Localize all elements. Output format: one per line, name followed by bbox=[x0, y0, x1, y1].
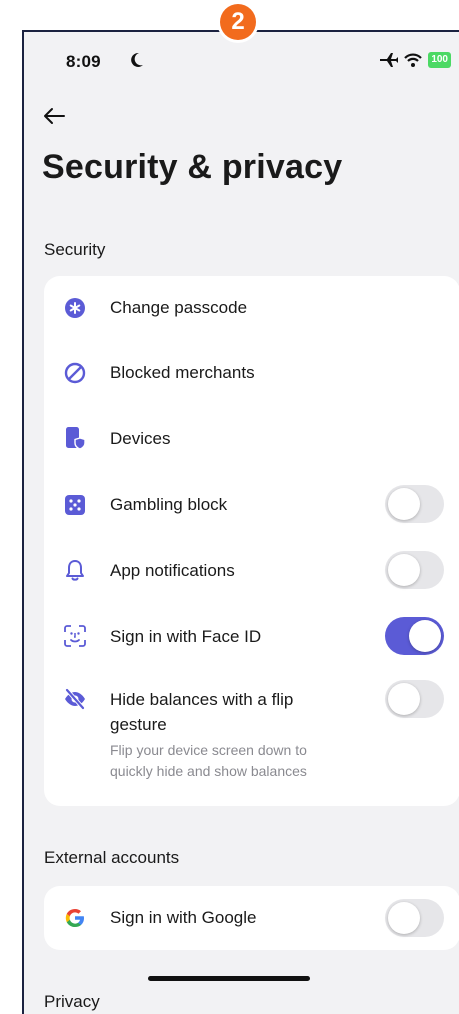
toggle-knob bbox=[388, 683, 420, 715]
hide-balances-toggle[interactable] bbox=[385, 680, 444, 718]
home-indicator[interactable] bbox=[148, 976, 310, 981]
google-signin-row: Sign in with Google bbox=[44, 886, 459, 950]
gambling-block-toggle[interactable] bbox=[385, 485, 444, 523]
moon-icon bbox=[131, 52, 143, 67]
blocked-merchants-label: Blocked merchants bbox=[110, 363, 255, 382]
hide-balances-description-line2: quickly hide and show balances bbox=[110, 763, 307, 779]
dice-icon bbox=[65, 495, 85, 515]
google-signin-label: Sign in with Google bbox=[110, 908, 257, 927]
wifi-icon bbox=[404, 53, 423, 67]
toggle-knob bbox=[388, 902, 420, 934]
devices-row[interactable]: Devices bbox=[44, 406, 459, 472]
app-notifications-toggle[interactable] bbox=[385, 551, 444, 589]
toggle-knob bbox=[388, 488, 420, 520]
page-title: Security & privacy bbox=[42, 148, 343, 186]
step-badge: 2 bbox=[220, 4, 256, 40]
asterisk-icon bbox=[65, 298, 85, 318]
hide-balances-description-line1: Flip your device screen down to bbox=[110, 742, 307, 758]
device-shield-icon bbox=[66, 427, 86, 449]
phone-screen: 8:09 100 Security & privacy Security Cha… bbox=[22, 30, 459, 1014]
face-id-toggle[interactable] bbox=[385, 617, 444, 655]
google-icon bbox=[65, 909, 84, 927]
blocked-merchants-row[interactable]: Blocked merchants bbox=[44, 340, 459, 406]
blocked-icon bbox=[64, 362, 86, 384]
battery-indicator: 100 bbox=[428, 52, 451, 68]
face-id-icon bbox=[64, 625, 86, 647]
hide-balances-row: Hide balances with a flip gesture Flip y… bbox=[44, 668, 459, 798]
app-notifications-label: App notifications bbox=[110, 561, 235, 580]
status-time: 8:09 bbox=[66, 52, 101, 71]
status-icons: 100 bbox=[380, 52, 451, 68]
gambling-block-label: Gambling block bbox=[110, 495, 228, 514]
face-id-label: Sign in with Face ID bbox=[110, 627, 262, 646]
change-passcode-row[interactable]: Change passcode bbox=[44, 276, 459, 340]
change-passcode-label: Change passcode bbox=[110, 298, 248, 317]
airplane-icon bbox=[380, 53, 399, 67]
app-notifications-row: App notifications bbox=[44, 538, 459, 604]
external-accounts-card: Sign in with Google bbox=[44, 886, 459, 950]
status-bar: 8:09 100 bbox=[24, 32, 459, 92]
bell-icon bbox=[66, 560, 84, 581]
face-id-row: Sign in with Face ID bbox=[44, 604, 459, 668]
toggle-knob bbox=[388, 554, 420, 586]
section-label-security: Security bbox=[44, 240, 106, 259]
back-arrow-icon[interactable] bbox=[42, 106, 66, 126]
eye-slash-icon bbox=[65, 688, 85, 710]
gambling-block-row: Gambling block bbox=[44, 472, 459, 538]
google-signin-toggle[interactable] bbox=[385, 899, 444, 937]
section-label-external-accounts: External accounts bbox=[44, 848, 180, 867]
hide-balances-label-line1: Hide balances with a flip bbox=[110, 690, 294, 709]
toggle-knob bbox=[409, 620, 441, 652]
section-label-privacy: Privacy bbox=[44, 992, 100, 1011]
devices-label: Devices bbox=[110, 429, 171, 448]
hide-balances-label-line2: gesture bbox=[110, 715, 167, 734]
security-card: Change passcode Blocked merchants Device… bbox=[44, 276, 459, 806]
